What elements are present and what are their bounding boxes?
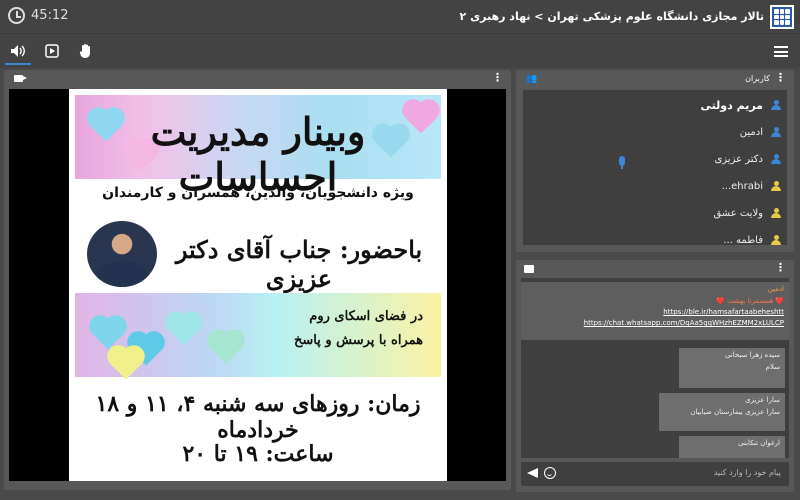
chat-message: ادمین ❤️ همسفرتا بهشت ❤️ https://ble.ir/… xyxy=(521,282,789,340)
send-icon[interactable] xyxy=(527,468,538,478)
message-sender: سارا عزیزی xyxy=(745,396,780,404)
screen-share-icon xyxy=(45,44,59,58)
clock-icon xyxy=(8,7,25,24)
user-name: فاطمه ... xyxy=(723,234,763,246)
poster-venue-line: در فضای اسکای روم xyxy=(309,309,423,324)
raise-hand-button[interactable] xyxy=(75,40,97,62)
screen-share-button[interactable] xyxy=(41,40,63,62)
chat-message: سارا عزیزی سارا عزیزی بیمارستان ضیاییان xyxy=(659,393,785,431)
poster-venue-banner: در فضای اسکای روم همراه با پرسش و پاسخ xyxy=(75,293,441,380)
poster-schedule: زمان: روزهای سه شنبه ۴، ۱۱ و ۱۸ خردادماه xyxy=(95,391,421,443)
toolbar xyxy=(0,34,800,68)
timer-value: 45:12 xyxy=(31,8,69,23)
session-timer: 45:12 xyxy=(8,7,68,24)
chat-link[interactable]: https://chat.whatsapp.com/DqAa5qqWHzhEZM… xyxy=(526,319,784,327)
user-item[interactable]: ادمین xyxy=(740,122,781,142)
speaker-icon xyxy=(11,45,25,57)
chat-message: ارغوان تنکابنی xyxy=(679,436,785,458)
university-logo xyxy=(770,5,794,29)
chat-icon xyxy=(524,265,534,273)
message-text: سلام xyxy=(765,363,780,371)
user-icon xyxy=(771,235,781,245)
users-options-icon[interactable]: ⋮ xyxy=(775,72,786,83)
users-icon: 👥 xyxy=(526,74,538,84)
message-sender: ادمین xyxy=(767,285,784,293)
user-icon xyxy=(771,100,781,110)
user-item[interactable]: ولایت عشق xyxy=(713,203,781,223)
user-icon xyxy=(771,154,781,164)
video-stream[interactable]: وبینار مدیریت احساسات ویژه دانشجویان، وا… xyxy=(9,89,506,481)
poster-hours: ساعت: ۱۹ تا ۲۰ xyxy=(182,441,334,467)
speaker-button[interactable] xyxy=(5,40,31,65)
user-name: دکتر عزیزی xyxy=(714,153,763,165)
chat-options-icon[interactable]: ⋮ xyxy=(775,262,786,273)
message-sender: سیده زهرا سبحانی xyxy=(724,351,780,359)
user-icon xyxy=(771,127,781,137)
chat-input[interactable]: پیام خود را وارد کنید xyxy=(521,462,789,486)
speaker-photo xyxy=(87,221,157,287)
emoji-icon[interactable] xyxy=(544,467,556,479)
user-name: ولایت عشق xyxy=(713,207,763,219)
chat-panel: ⋮ ادمین ❤️ همسفرتا بهشت ❤️ https://ble.i… xyxy=(516,260,794,492)
user-name: مریم دولتی xyxy=(700,98,763,112)
poster-presence: باحضور: جناب آقای دکتر عزیزی xyxy=(175,235,423,293)
microphone-icon xyxy=(619,156,625,169)
room-title: تالار مجازی دانشگاه علوم پزشکی تهران > ن… xyxy=(459,10,764,23)
user-item[interactable]: ehrabi... xyxy=(722,176,781,196)
users-panel-title: کاربران xyxy=(745,74,770,83)
user-item[interactable]: دکتر عزیزی xyxy=(714,149,781,169)
chat-messages: ادمین ❤️ همسفرتا بهشت ❤️ https://ble.ir/… xyxy=(521,278,789,458)
poster-qa-line: همراه با پرسش و پاسخ xyxy=(293,333,423,348)
user-name: ehrabi... xyxy=(721,180,763,192)
user-icon xyxy=(771,208,781,218)
webinar-poster: وبینار مدیریت احساسات ویژه دانشجویان، وا… xyxy=(69,89,447,481)
user-icon xyxy=(771,181,781,191)
camera-icon xyxy=(14,75,27,82)
message-sender: ارغوان تنکابنی xyxy=(738,439,780,447)
video-options-icon[interactable]: ⋮ xyxy=(492,72,503,83)
chat-link[interactable]: https://ble.ir/hamsafartaabeheshtt xyxy=(526,308,784,316)
menu-icon[interactable] xyxy=(774,46,788,57)
chat-message: سیده زهرا سبحانی سلام xyxy=(679,348,785,388)
top-bar: 45:12 تالار مجازی دانشگاه علوم پزشکی تهر… xyxy=(0,0,800,34)
raise-hand-icon xyxy=(79,44,90,58)
poster-subtitle: ویژه دانشجویان، والدین، همسران و کارمندا… xyxy=(102,185,414,201)
users-panel: 👥 کاربران ⋮ مریم دولتی ادمین دکتر عزیزی … xyxy=(516,70,794,252)
users-list: مریم دولتی ادمین دکتر عزیزی ehrabi... ول… xyxy=(523,90,787,245)
user-item[interactable]: فاطمه ... xyxy=(723,230,781,245)
user-item[interactable]: مریم دولتی xyxy=(701,95,781,115)
message-text: ❤️ همسفرتا بهشت ❤️ xyxy=(716,297,784,305)
message-text: سارا عزیزی بیمارستان ضیاییان xyxy=(690,408,780,416)
poster-title-banner: وبینار مدیریت احساسات xyxy=(75,95,441,199)
video-panel: ⋮ وبینار مدیریت احساسات ویژه دانشجویان، … xyxy=(4,70,511,490)
chat-input-placeholder: پیام خود را وارد کنید xyxy=(713,468,781,477)
user-name: ادمین xyxy=(739,126,763,138)
